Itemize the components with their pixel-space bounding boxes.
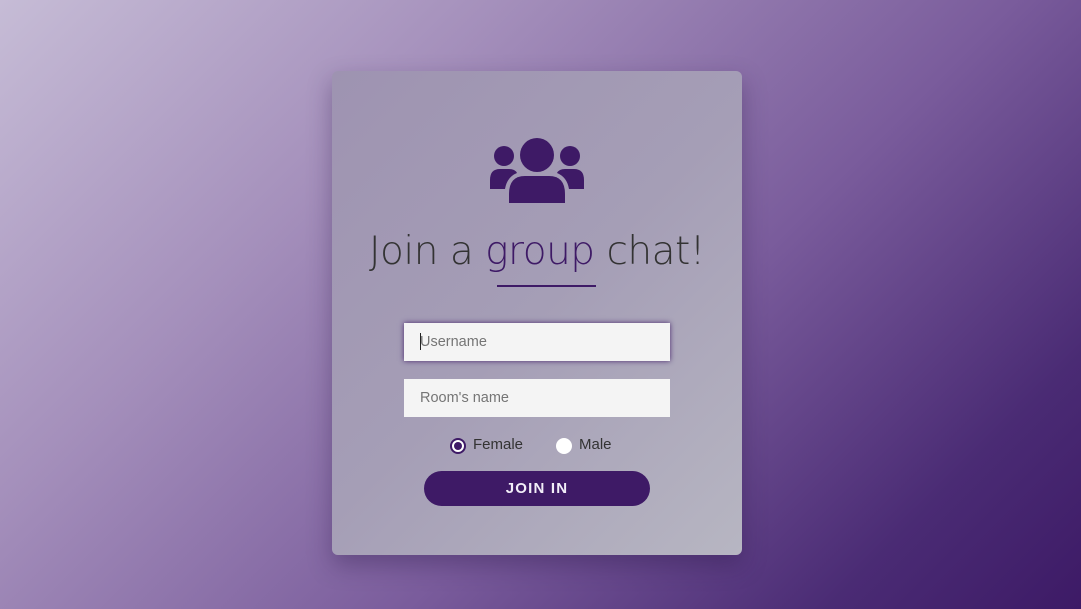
title-prefix: Join a	[369, 229, 486, 274]
title-highlight: group	[485, 229, 595, 274]
username-input[interactable]	[404, 323, 670, 361]
users-group-icon	[490, 138, 584, 203]
gender-radio-group: Female Male	[332, 435, 742, 457]
male-radio-label[interactable]: Male	[579, 436, 612, 453]
title-suffix: chat!	[594, 229, 705, 274]
room-name-input[interactable]	[404, 379, 670, 417]
title-underline	[497, 285, 596, 287]
join-in-button[interactable]: JOIN IN	[424, 471, 650, 506]
join-card: Join a group chat! Female Male JOIN IN	[332, 71, 742, 555]
text-caret	[420, 333, 421, 350]
female-radio[interactable]	[450, 438, 466, 454]
female-radio-label[interactable]: Female	[473, 436, 523, 453]
page-title: Join a group chat!	[332, 229, 742, 274]
male-radio[interactable]	[556, 438, 572, 454]
